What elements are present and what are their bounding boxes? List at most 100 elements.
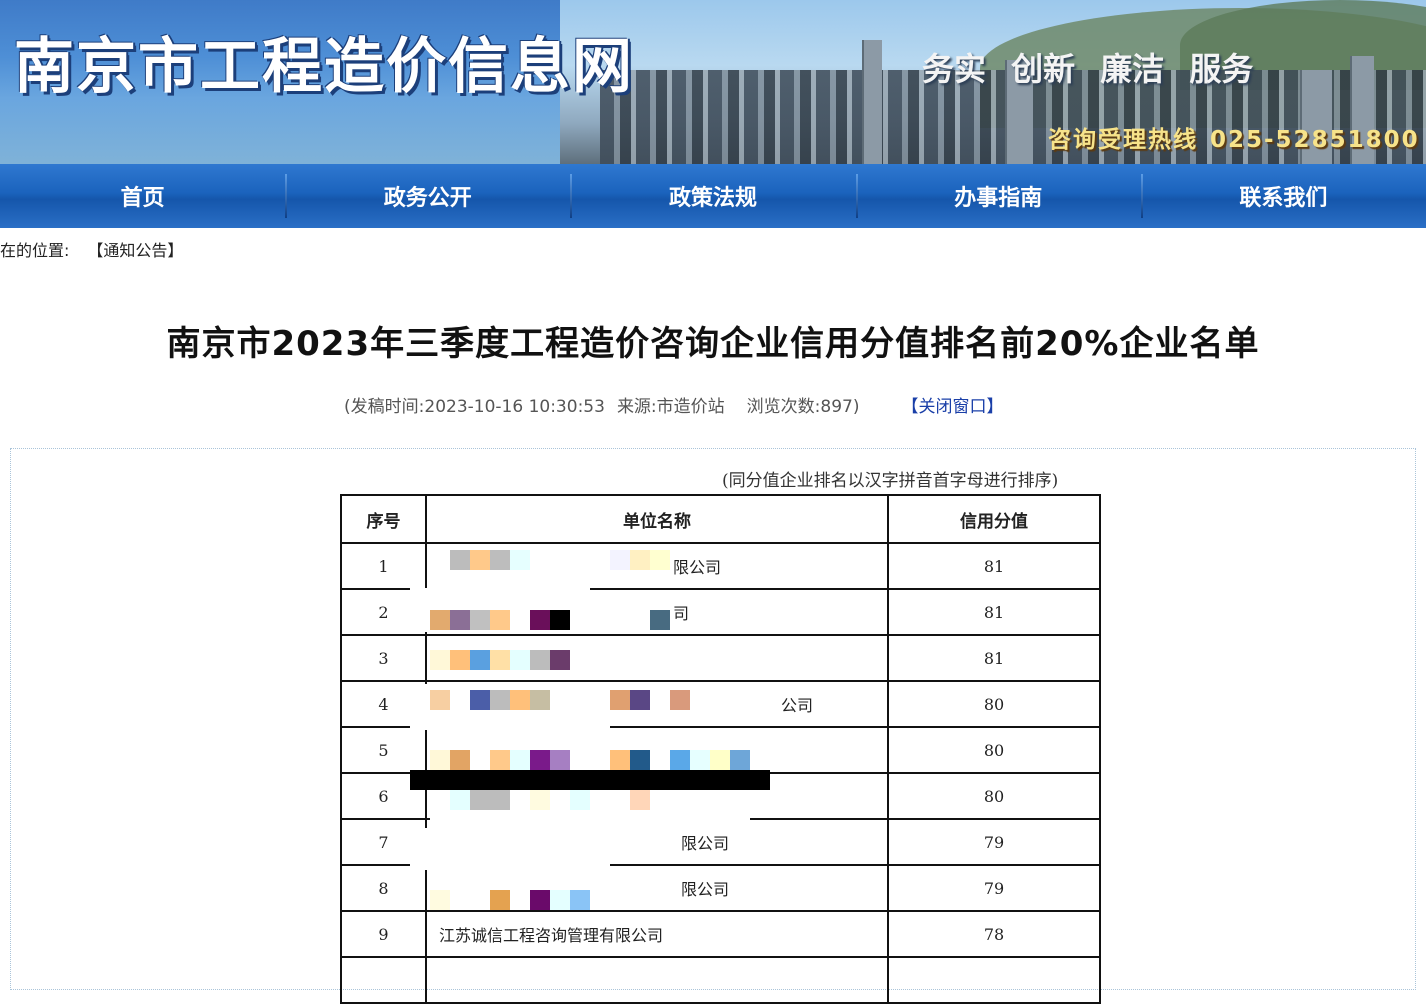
row-score: 80 — [887, 726, 1101, 774]
row-score: 81 — [887, 634, 1101, 682]
meta-open: (发稿时间: — [344, 397, 425, 417]
nav-item-government-affairs[interactable]: 政务公开 — [285, 164, 570, 228]
redaction-pixel — [470, 790, 490, 810]
table-row — [340, 956, 1101, 1004]
redaction-pixel — [430, 750, 450, 770]
redaction-pixel — [570, 890, 590, 910]
redaction-pixel — [570, 790, 590, 810]
row-no — [340, 956, 427, 1004]
redaction-pixel — [450, 550, 470, 570]
redaction-pixel — [530, 610, 550, 630]
redaction-pixel — [550, 750, 570, 770]
site-slogan: 务实 创新 廉洁 服务 — [922, 50, 1254, 88]
breadcrumb-link-notices[interactable]: 【通知公告】 — [87, 241, 183, 260]
redaction-pixel — [610, 690, 630, 710]
close-window-link[interactable]: 【关闭窗口】 — [902, 397, 1004, 417]
redaction-pixel — [530, 890, 550, 910]
row-score: 81 — [887, 542, 1101, 590]
redaction-pixel — [630, 690, 650, 710]
breadcrumb: 在的位置: 【通知公告】 — [0, 237, 183, 261]
redaction-pixel — [510, 690, 530, 710]
redaction-pixel — [650, 550, 670, 570]
redaction-pixel — [690, 750, 710, 770]
redaction-pixel — [530, 650, 550, 670]
redaction-pixel — [470, 690, 490, 710]
nav-item-policies[interactable]: 政策法规 — [570, 164, 855, 228]
redaction-pixel — [490, 690, 510, 710]
article-meta: (发稿时间:2023-10-16 10:30:53 来源:市造价站 浏览次数:897… — [344, 392, 1010, 417]
redaction-pixel — [610, 750, 630, 770]
column-header-score: 信用分值 — [887, 494, 1101, 544]
site-title: 南京市工程造价信息网 — [14, 32, 634, 102]
redaction-pixel — [610, 550, 630, 570]
column-header-name: 单位名称 — [425, 494, 889, 544]
redaction-pixel — [450, 750, 470, 770]
redaction-pixel — [430, 650, 450, 670]
redaction-pixel — [530, 690, 550, 710]
redaction-pixel — [630, 550, 650, 570]
row-no: 5 — [340, 726, 427, 774]
redaction-pixel — [670, 750, 690, 770]
hotline-label: 咨询受理热线 — [1048, 127, 1198, 153]
row-score: 79 — [887, 864, 1101, 912]
breadcrumb-prefix: 在的位置: — [0, 241, 70, 260]
redaction-pixel — [510, 550, 530, 570]
redaction-pixel — [510, 750, 530, 770]
redaction-pixel — [450, 610, 470, 630]
row-no: 1 — [340, 542, 427, 590]
views-count: 897) — [820, 397, 860, 417]
table-header-row: 序号 单位名称 信用分值 — [340, 494, 1101, 544]
nav-item-service-guide[interactable]: 办事指南 — [855, 164, 1141, 228]
main-nav: 首页 政务公开 政策法规 办事指南 联系我们 — [0, 164, 1426, 228]
redaction-pixel — [430, 890, 450, 910]
redaction-pixel — [550, 650, 570, 670]
redaction-bar — [410, 770, 770, 790]
redaction-pixel — [450, 650, 470, 670]
row-no: 3 — [340, 634, 427, 682]
redaction-pixel — [490, 890, 510, 910]
row-no: 9 — [340, 910, 427, 958]
source-value: 市造价站 — [656, 397, 725, 417]
row-score: 80 — [887, 772, 1101, 820]
redaction-pixel — [470, 650, 490, 670]
nav-item-home[interactable]: 首页 — [0, 164, 285, 228]
redaction-pixel — [490, 550, 510, 570]
row-score — [887, 956, 1101, 1004]
row-score: 81 — [887, 588, 1101, 636]
redaction-pixel — [430, 690, 450, 710]
redaction-pixel — [490, 650, 510, 670]
table-row: 9 江苏诚信工程咨询管理有限公司 78 — [340, 910, 1101, 958]
redaction-pixel — [550, 610, 570, 630]
views-label: 浏览次数: — [746, 397, 821, 417]
row-company-name: 江苏诚信工程咨询管理有限公司 — [425, 910, 889, 958]
skyline-tower — [862, 40, 882, 164]
header-banner: 南京市工程造价信息网 务实 创新 廉洁 服务 咨询受理热线 025-5285180… — [0, 0, 1426, 164]
redaction-pixel — [730, 750, 750, 770]
row-company-name — [425, 956, 889, 1004]
row-score: 80 — [887, 680, 1101, 728]
redaction-pixel — [470, 550, 490, 570]
redaction-pixel — [490, 790, 510, 810]
redaction-pixel — [490, 750, 510, 770]
redaction-pixel — [490, 610, 510, 630]
row-score: 79 — [887, 818, 1101, 866]
redaction-pixel — [530, 750, 550, 770]
publish-time: 2023-10-16 10:30:53 — [424, 397, 605, 417]
redaction-pixel — [670, 690, 690, 710]
redaction-pixel — [630, 790, 650, 810]
hotline: 咨询受理热线 025-52851800 — [1048, 120, 1420, 154]
row-no: 8 — [340, 864, 427, 912]
redaction-pixel — [630, 750, 650, 770]
row-score: 78 — [887, 910, 1101, 958]
redaction-pixel — [650, 610, 670, 630]
redaction-pixel — [430, 610, 450, 630]
page-title: 南京市2023年三季度工程造价咨询企业信用分值排名前20%企业名单 — [166, 324, 1260, 364]
hotline-number: 025-52851800 — [1210, 127, 1420, 153]
redaction-pixel — [450, 790, 470, 810]
column-header-no: 序号 — [340, 494, 427, 544]
nav-item-contact-us[interactable]: 联系我们 — [1140, 164, 1426, 228]
ranking-table: 序号 单位名称 信用分值 1 限公司 81 2 司 81 3 81 4 公司 80 5 80 6… — [340, 494, 1101, 1004]
redaction-pixel — [550, 890, 570, 910]
redaction-pixel — [710, 750, 730, 770]
sorting-note: (同分值企业排名以汉字拼音首字母进行排序) — [722, 471, 1059, 491]
